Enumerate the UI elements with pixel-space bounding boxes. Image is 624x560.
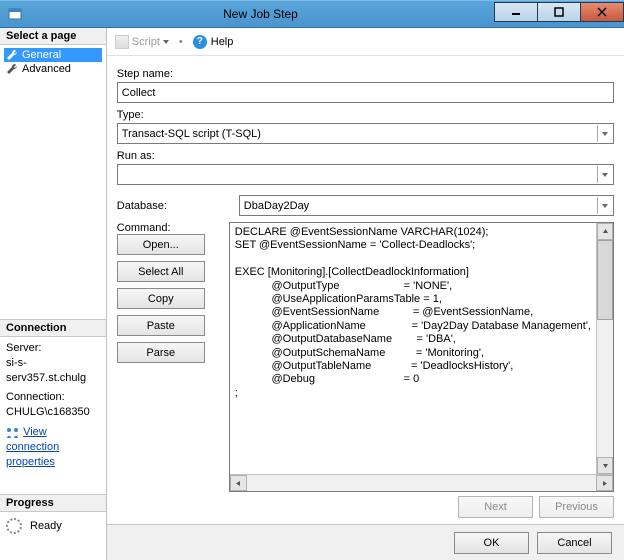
command-text[interactable]: DECLARE @EventSessionName VARCHAR(1024);… (230, 223, 596, 474)
open-button[interactable]: Open... (117, 234, 205, 255)
chevron-down-icon (597, 125, 612, 142)
horizontal-scrollbar[interactable] (230, 474, 613, 491)
connection-header: Connection (0, 319, 106, 337)
progress-ring-icon (6, 518, 22, 534)
title-bar: New Job Step (0, 0, 624, 28)
command-textarea[interactable]: DECLARE @EventSessionName VARCHAR(1024);… (229, 222, 614, 492)
help-icon: ? (193, 35, 207, 49)
nav-general-label: General (22, 49, 61, 61)
help-label: Help (211, 36, 234, 48)
scroll-down-icon[interactable] (597, 457, 613, 474)
type-value: Transact-SQL script (T-SQL) (122, 128, 261, 140)
connection-properties-icon (6, 427, 20, 439)
server-value: si-s-serv357.st.chulg (6, 356, 100, 386)
nav-general[interactable]: General (4, 48, 102, 62)
database-select[interactable]: DbaDay2Day (239, 195, 614, 216)
vertical-scrollbar[interactable] (596, 223, 613, 474)
scroll-left-icon[interactable] (230, 475, 247, 491)
connection-info: Server: si-s-serv357.st.chulg Connection… (0, 337, 106, 474)
run-as-label: Run as: (117, 150, 614, 162)
nav-advanced-label: Advanced (22, 63, 71, 75)
minimize-button[interactable] (494, 2, 538, 22)
next-button[interactable]: Next (458, 496, 533, 518)
scroll-thumb[interactable] (597, 240, 613, 320)
scroll-up-icon[interactable] (597, 223, 613, 240)
toolbar: Script • ? Help (107, 28, 624, 56)
step-name-label: Step name: (117, 68, 614, 80)
left-pane: Select a page General Advanced Connectio… (0, 28, 107, 560)
progress-status: Ready (30, 520, 62, 532)
progress-header: Progress (0, 494, 106, 512)
type-label: Type: (117, 109, 614, 121)
ok-button[interactable]: OK (454, 532, 529, 554)
server-label: Server: (6, 341, 100, 356)
scroll-right-icon[interactable] (596, 475, 613, 491)
select-page-header: Select a page (0, 28, 106, 45)
select-all-button[interactable]: Select All (117, 261, 205, 282)
wrench-icon (6, 49, 18, 61)
database-value: DbaDay2Day (244, 200, 309, 212)
copy-button[interactable]: Copy (117, 288, 205, 309)
right-pane: Script • ? Help Step name: Type: Transac… (107, 28, 624, 560)
close-button[interactable] (580, 2, 624, 22)
chevron-down-icon (597, 197, 612, 214)
maximize-button[interactable] (537, 2, 581, 22)
command-label: Command: (117, 222, 221, 234)
window-title: New Job Step (26, 7, 495, 21)
paste-button[interactable]: Paste (117, 315, 205, 336)
wrench-icon (6, 63, 18, 75)
parse-button[interactable]: Parse (117, 342, 205, 363)
window-buttons (495, 6, 624, 22)
previous-button[interactable]: Previous (539, 496, 614, 518)
toolbar-separator: • (179, 36, 183, 48)
database-label: Database: (117, 200, 221, 212)
script-dropdown[interactable]: Script (115, 35, 169, 49)
step-name-input[interactable] (117, 82, 614, 103)
chevron-down-icon (597, 166, 612, 183)
connection-label: Connection: (6, 390, 100, 405)
app-icon (8, 7, 22, 21)
run-as-select[interactable] (117, 164, 614, 185)
connection-value: CHULG\c168350 (6, 405, 100, 420)
script-icon (115, 35, 129, 49)
progress-row: Ready (0, 512, 106, 540)
nav-advanced[interactable]: Advanced (4, 62, 102, 76)
chevron-down-icon (163, 40, 169, 44)
dialog-footer: OK Cancel (107, 524, 624, 560)
script-label: Script (132, 36, 160, 48)
help-button[interactable]: ? Help (193, 35, 234, 49)
type-select[interactable]: Transact-SQL script (T-SQL) (117, 123, 614, 144)
cancel-button[interactable]: Cancel (537, 532, 612, 554)
